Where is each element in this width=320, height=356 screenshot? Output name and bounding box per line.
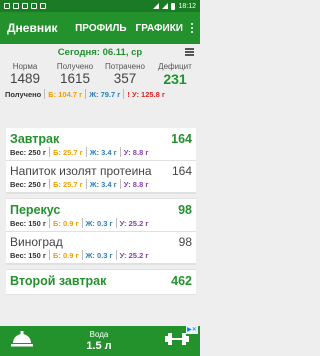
meal-fat: Ж: 0.3 г [85, 218, 113, 228]
meal-add-icon[interactable] [10, 329, 34, 354]
meal-fat: Ж: 3.4 г [89, 147, 117, 157]
received-label: Получено [56, 62, 94, 71]
meal-kcal: 462 [171, 274, 192, 288]
food-weight: Вес: 250 г [10, 179, 46, 189]
ad-choices-icon[interactable]: ▶✕ [186, 326, 198, 334]
food-name: Виноград [10, 235, 63, 249]
food-protein: Б: 25.7 г [52, 179, 83, 189]
date-selector[interactable]: Сегодня: 06.11, ср [0, 44, 200, 60]
meal-card[interactable]: Перекус 98 Вес: 150 г Б: 0.9 г Ж: 0.3 г … [6, 199, 196, 264]
food-item[interactable]: Напиток изолят протеина 164 Вес: 250 г Б… [6, 161, 196, 193]
food-carbs: У: 8.8 г [123, 179, 149, 189]
meal-card[interactable]: Второй завтрак 462 [6, 270, 196, 294]
meal-carbs: У: 8.8 г [123, 147, 149, 157]
meal-list[interactable]: Завтрак 164 Вес: 250 г Б: 25.7 г Ж: 3.4 … [6, 128, 196, 328]
water-counter[interactable]: Вода 1.5 л [86, 330, 111, 352]
notification-icon [4, 3, 10, 9]
food-fat: Ж: 3.4 г [89, 179, 117, 189]
norm-value: 1489 [9, 71, 41, 86]
overflow-menu-icon[interactable] [191, 23, 193, 33]
battery-icon [171, 2, 176, 10]
meal-card[interactable]: Завтрак 164 Вес: 250 г Б: 25.7 г Ж: 3.4 … [6, 128, 196, 193]
meal-protein: Б: 25.7 г [52, 147, 83, 157]
app-notification-icon [13, 3, 19, 9]
spent-value: 357 [113, 71, 137, 86]
food-carbs: У: 25.2 г [119, 250, 149, 260]
meal-protein: Б: 0.9 г [52, 218, 79, 228]
download-icon [22, 3, 28, 9]
phone-icon [40, 3, 46, 9]
app-title: Дневник [7, 21, 58, 35]
signal-icon [153, 3, 160, 9]
status-bar: 18:12 [0, 0, 200, 12]
meal-weight: Вес: 150 г [10, 218, 46, 228]
food-fat: Ж: 0.3 г [85, 250, 113, 260]
deficit-value: 231 [163, 71, 187, 87]
food-weight: Вес: 150 г [10, 250, 46, 260]
fat-total: Ж: 79.7 г [89, 89, 121, 99]
carbs-total: ! У: 125.8 г [127, 89, 166, 99]
meal-name[interactable]: Перекус [10, 203, 60, 217]
food-kcal: 164 [171, 164, 192, 178]
date-label[interactable]: Сегодня: 06.11, ср [58, 47, 142, 58]
water-value: 1.5 л [86, 340, 112, 352]
daily-summary: Норма Получено Потрачено Дефицит 1489 16… [0, 62, 200, 99]
charts-button[interactable]: ГРАФИКИ [136, 23, 183, 34]
meal-kcal: 164 [171, 132, 192, 146]
food-kcal: 98 [178, 235, 192, 249]
norm-label: Норма [12, 62, 38, 71]
profile-button[interactable]: ПРОФИЛЬ [75, 23, 126, 34]
macros-label: Получено [5, 89, 42, 99]
received-value: 1615 [59, 71, 91, 86]
spent-label: Потрачено [105, 62, 145, 71]
water-label: Вода [89, 330, 109, 339]
cloud-icon [31, 3, 37, 9]
app-bar: Дневник ПРОФИЛЬ ГРАФИКИ [0, 12, 200, 44]
status-time: 18:12 [178, 2, 196, 10]
meal-name[interactable]: Завтрак [10, 132, 59, 146]
signal-icon-2 [162, 3, 169, 9]
deficit-label: Дефицит [158, 62, 192, 71]
meal-name[interactable]: Второй завтрак [10, 274, 106, 288]
received-macros: Получено Б: 104.7 г Ж: 79.7 г ! У: 125.8… [0, 89, 200, 99]
list-view-icon[interactable] [185, 48, 194, 56]
bottom-bar: Вода 1.5 л [0, 326, 200, 356]
food-item[interactable]: Виноград 98 Вес: 150 г Б: 0.9 г Ж: 0.3 г… [6, 232, 196, 264]
food-name: Напиток изолят протеина [10, 164, 152, 178]
meal-kcal: 98 [178, 203, 192, 217]
meal-carbs: У: 25.2 г [119, 218, 149, 228]
protein-total: Б: 104.7 г [48, 89, 83, 99]
meal-weight: Вес: 250 г [10, 147, 46, 157]
food-protein: Б: 0.9 г [52, 250, 79, 260]
